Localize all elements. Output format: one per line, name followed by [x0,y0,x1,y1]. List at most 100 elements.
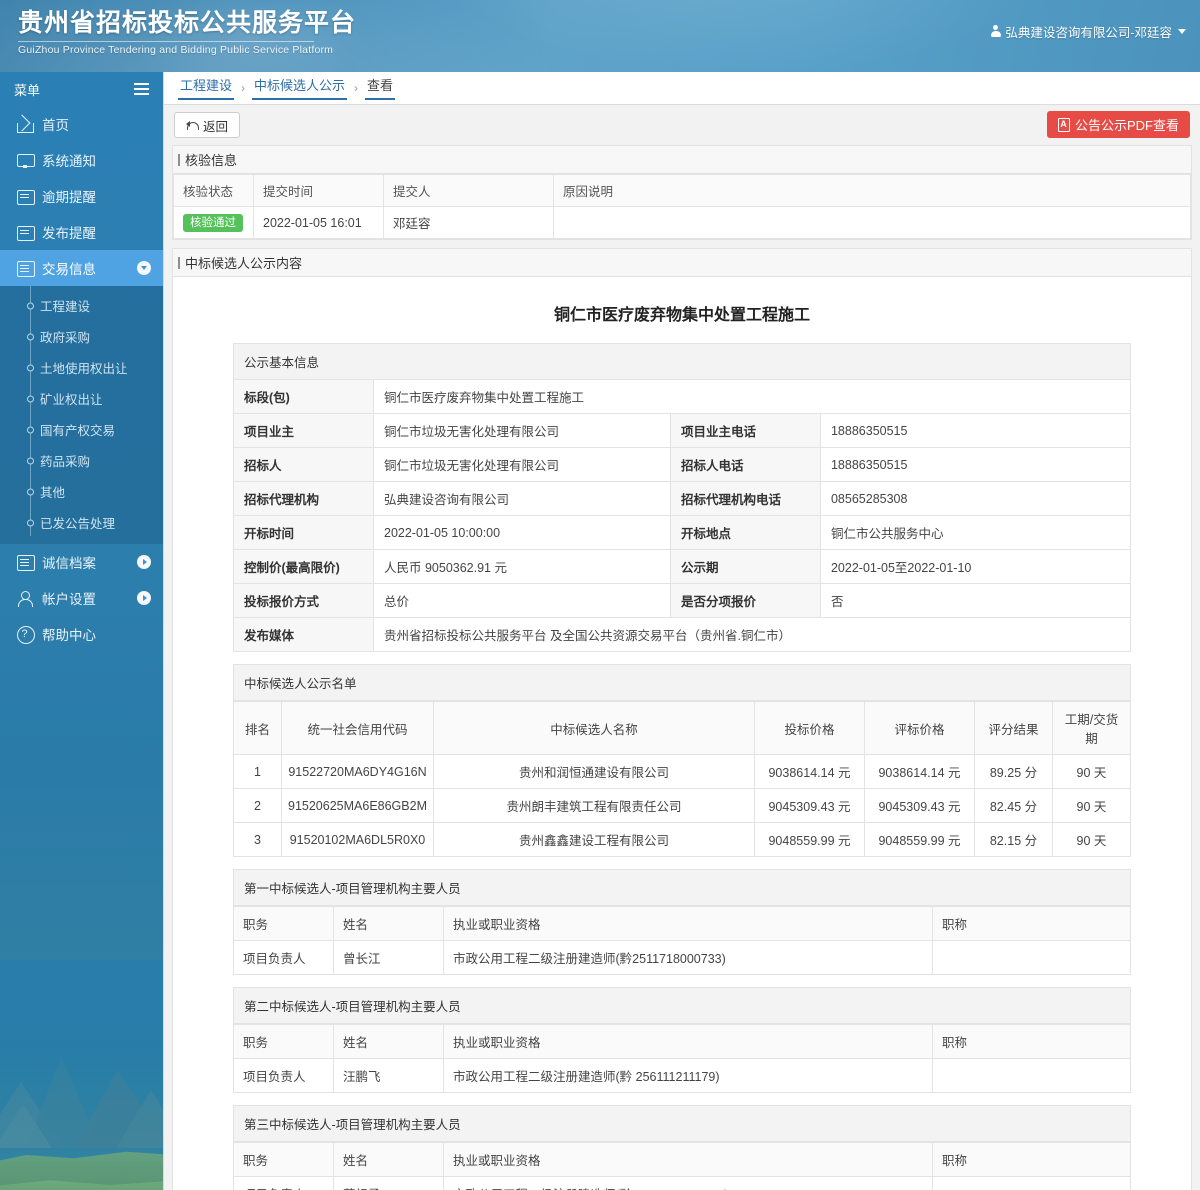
col-score: 评分结果 [974,701,1053,755]
cell-rank: 1 [233,754,282,789]
col-submit-time: 提交时间 [253,174,384,207]
sidebar-subitem-mining-rights[interactable]: 矿业权出让 [0,383,163,414]
sidebar-subitem-state-property[interactable]: 国有产权交易 [0,414,163,445]
label-tenderer-phone: 招标人电话 [669,447,821,482]
announcement-panel: 中标候选人公示内容 铜仁市医疗废弃物集中处置工程施工 公示基本信息 标段(包) … [172,248,1192,1190]
sidebar-item-label: 帮助中心 [42,628,96,643]
table-row: 控制价(最高限价) 人民币 9050362.91 元 公示期 2022-01-0… [233,549,1132,584]
label-open-place: 开标地点 [669,515,821,550]
col-name: 姓名 [333,1142,444,1177]
col-eval-price: 评标价格 [864,701,975,755]
cell-score: 82.15 分 [974,822,1053,857]
breadcrumb: 工程建设 › 中标候选人公示 › 查看 [164,72,1200,105]
label-bid-price-method: 投标报价方式 [233,583,374,618]
sidebar-item-credit-archive[interactable]: 诚信档案 [0,544,163,580]
cell-period: 90 天 [1052,822,1131,857]
site-title-en: GuiZhou Province Tendering and Bidding P… [18,44,334,56]
cell-score: 89.25 分 [974,754,1053,789]
sidebar-subitem-published-notice[interactable]: 已发公告处理 [0,507,163,538]
value-agency-phone: 08565285308 [819,481,1132,516]
pdf-view-button[interactable]: 公告公示PDF查看 [1046,111,1190,138]
breadcrumb-item-view[interactable]: 查看 [365,76,396,100]
cell-professional-title [932,940,1131,975]
cell-candidate-name: 贵州朗丰建筑工程有限责任公司 [432,788,756,823]
sidebar-item-home[interactable]: 首页 [0,106,163,142]
sidebar-subitem-drug-procurement[interactable]: 药品采购 [0,445,163,476]
sidebar-item-account-settings[interactable]: 帐户设置 [0,580,163,616]
brand-divider [18,41,314,42]
table-row: 招标代理机构 弘典建设咨询有限公司 招标代理机构电话 08565285308 [233,481,1132,516]
col-role: 职务 [233,1142,334,1177]
brand: 贵州省招标投标公共服务平台 GuiZhou Province Tendering… [18,8,356,57]
sidebar-item-system-notice[interactable]: 系统通知 [0,142,163,178]
sidebar-nav: 首页 系统通知 逾期提醒 发布提醒 交易信息 工程建设 政府采购 土地使用权出让… [0,106,163,652]
value-publish-media: 贵州省招标投标公共服务平台 及全国公共资源交易平台（贵州省.铜仁市） [373,617,1131,652]
col-qualification: 执业或职业资格 [443,1142,933,1177]
sidebar-item-label: 发布提醒 [42,226,96,241]
sidebar-item-overdue-reminder[interactable]: 逾期提醒 [0,178,163,214]
cell-score: 82.45 分 [974,788,1053,823]
basic-info-section-title: 公示基本信息 [233,343,1131,380]
cell-rank: 2 [233,788,282,823]
sidebar-item-help-center[interactable]: 帮助中心 [0,616,163,652]
table-row: 发布媒体 贵州省招标投标公共服务平台 及全国公共资源交易平台（贵州省.铜仁市） [233,617,1131,652]
table-row: 开标时间 2022-01-05 10:00:00 开标地点 铜仁市公共服务中心 [233,515,1132,550]
announcement-body: 铜仁市医疗废弃物集中处置工程施工 公示基本信息 标段(包) 铜仁市医疗废弃物集中… [173,277,1191,1190]
col-period: 工期/交货期 [1052,701,1131,755]
cell-name: 葛祖勇 [333,1176,444,1190]
user-icon [990,25,1001,38]
sidebar-subitem-label: 其他 [40,486,66,500]
cell-credit-code: 91520625MA6E86GB2M [281,788,434,823]
col-submitter: 提交人 [383,174,554,207]
col-name: 姓名 [333,906,444,941]
cell-period: 90 天 [1052,788,1131,823]
screen-icon [16,152,35,169]
cell-candidate-name: 贵州鑫鑫建设工程有限公司 [432,822,756,857]
table-row: 项目负责人 葛祖勇 市政公用工程二级注册建造师(黔 2521719001113) [233,1176,1131,1190]
sidebar-subitem-gov-procurement[interactable]: 政府采购 [0,321,163,352]
table-row: 项目业主 铜仁市垃圾无害化处理有限公司 项目业主电话 18886350515 [233,413,1132,448]
candidate-list-title: 中标候选人公示名单 [233,664,1131,701]
chevron-down-icon [137,261,151,275]
breadcrumb-separator: › [241,81,246,95]
value-open-place: 铜仁市公共服务中心 [819,515,1132,550]
page-title: 铜仁市医疗废弃物集中处置工程施工 [553,307,810,324]
label-publish-media: 发布媒体 [233,617,374,652]
verification-panel: 核验信息 核验状态 提交时间 提交人 原因说明 核验通过 2022-01-05 … [172,145,1192,240]
cell-bid-price: 9045309.43 元 [754,788,865,823]
back-button[interactable]: 返回 [174,112,241,138]
breadcrumb-item-candidate-notice[interactable]: 中标候选人公示 [252,76,348,100]
sidebar-subitem-land-use-rights[interactable]: 土地使用权出让 [0,352,163,383]
sidebar-subitem-engineering[interactable]: 工程建设 [0,290,163,321]
chevron-down-icon [1178,29,1186,34]
doc-icon [16,224,35,241]
value-tenderer: 铜仁市垃圾无害化处理有限公司 [373,447,671,482]
sidebar-item-publish-reminder[interactable]: 发布提醒 [0,214,163,250]
verification-panel-title: 核验信息 [173,146,1191,174]
hamburger-icon[interactable] [134,83,149,95]
site-title-cn: 贵州省招标投标公共服务平台 [18,9,357,37]
label-agency: 招标代理机构 [233,481,374,516]
cell-qualification: 市政公用工程二级注册建造师(黔 2521719001113) [443,1176,933,1190]
table-row: 项目负责人 曾长江 市政公用工程二级注册建造师(黔2511718000733) [233,940,1131,975]
table-row: 3 91520102MA6DL5R0X0 贵州鑫鑫建设工程有限公司 904855… [233,822,1131,857]
table-header-row: 核验状态 提交时间 提交人 原因说明 [173,174,1191,207]
value-bid-section: 铜仁市医疗废弃物集中处置工程施工 [373,379,1131,414]
basic-info-table: 公示基本信息 标段(包) 铜仁市医疗废弃物集中处置工程施工 项目业主 铜仁市垃圾… [233,343,1132,652]
user-menu[interactable]: 弘典建设咨询有限公司-邓廷容 [990,22,1186,41]
cell-period: 90 天 [1052,754,1131,789]
breadcrumb-item-engineering[interactable]: 工程建设 [178,76,235,100]
cell-submit-time: 2022-01-05 16:01 [253,206,384,239]
staff-table: 职务 姓名 执业或职业资格 职称 项目负责人 汪鹏飞 市政公用工程二级注册建造师… [233,1024,1131,1093]
cell-name: 汪鹏飞 [333,1058,444,1093]
sidebar-subitem-other[interactable]: 其他 [0,476,163,507]
cell-status: 核验通过 [173,206,254,239]
col-role: 职务 [233,1024,334,1059]
cell-eval-price: 9038614.14 元 [864,754,975,789]
cell-credit-code: 91522720MA6DY4G16N [281,754,434,789]
sidebar-item-transaction-info[interactable]: 交易信息 [0,250,163,286]
sidebar-subitem-label: 土地使用权出让 [40,362,128,376]
table-header-row: 职务 姓名 执业或职业资格 职称 [233,906,1131,941]
label-owner-phone: 项目业主电话 [669,413,821,448]
staff-block-title: 第一中标候选人-项目管理机构主要人员 [233,869,1131,906]
